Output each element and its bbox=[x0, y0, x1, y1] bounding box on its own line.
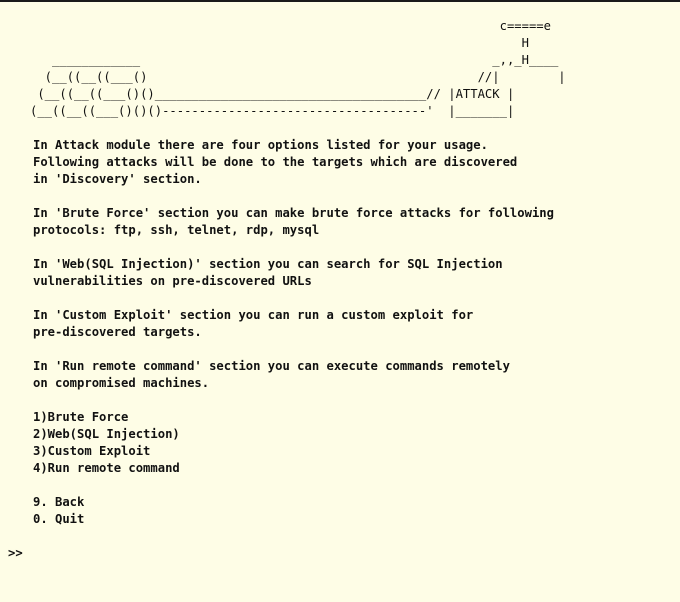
menu-option-brute-force[interactable]: 1)Brute Force bbox=[8, 409, 680, 426]
attack-menu: 1)Brute Force 2)Web(SQL Injection) 3)Cus… bbox=[8, 409, 680, 477]
intro-line: Following attacks will be done to the ta… bbox=[33, 155, 518, 169]
attack-banner-ascii-art: c=====e H ____________ _,,_H____ (__((__… bbox=[30, 19, 566, 118]
command-input[interactable] bbox=[22, 545, 680, 562]
description-line: vulnerabilities on pre-discovered URLs bbox=[33, 274, 312, 288]
terminal-window[interactable]: c=====e H ____________ _,,_H____ (__((__… bbox=[0, 0, 680, 602]
command-prompt: >> bbox=[8, 545, 680, 562]
menu-option-web-sql-injection[interactable]: 2)Web(SQL Injection) bbox=[8, 426, 680, 443]
prompt-symbol: >> bbox=[8, 546, 23, 560]
menu-option-run-remote-command[interactable]: 4)Run remote command bbox=[8, 460, 680, 477]
intro-text: In Attack module there are four options … bbox=[8, 137, 680, 188]
description-line: In 'Custom Exploit' section you can run … bbox=[33, 308, 474, 322]
intro-line: in 'Discovery' section. bbox=[33, 172, 202, 186]
menu-option-back[interactable]: 9. Back bbox=[8, 494, 680, 511]
section-custom-exploit-description: In 'Custom Exploit' section you can run … bbox=[8, 307, 680, 341]
description-line: on compromised machines. bbox=[33, 376, 210, 390]
description-line: In 'Web(SQL Injection)' section you can … bbox=[33, 257, 503, 271]
description-line: pre-discovered targets. bbox=[33, 325, 202, 339]
section-brute-force-description: In 'Brute Force' section you can make br… bbox=[8, 205, 680, 239]
section-web-sql-injection-description: In 'Web(SQL Injection)' section you can … bbox=[8, 256, 680, 290]
section-run-remote-command-description: In 'Run remote command' section you can … bbox=[8, 358, 680, 392]
description-line: In 'Run remote command' section you can … bbox=[33, 359, 510, 373]
menu-option-quit[interactable]: 0. Quit bbox=[8, 511, 680, 528]
menu-option-custom-exploit[interactable]: 3)Custom Exploit bbox=[8, 443, 680, 460]
description-line: In 'Brute Force' section you can make br… bbox=[33, 206, 554, 220]
description-line: protocols: ftp, ssh, telnet, rdp, mysql bbox=[33, 223, 320, 237]
intro-line: In Attack module there are four options … bbox=[33, 138, 488, 152]
navigation-menu: 9. Back 0. Quit bbox=[8, 494, 680, 528]
